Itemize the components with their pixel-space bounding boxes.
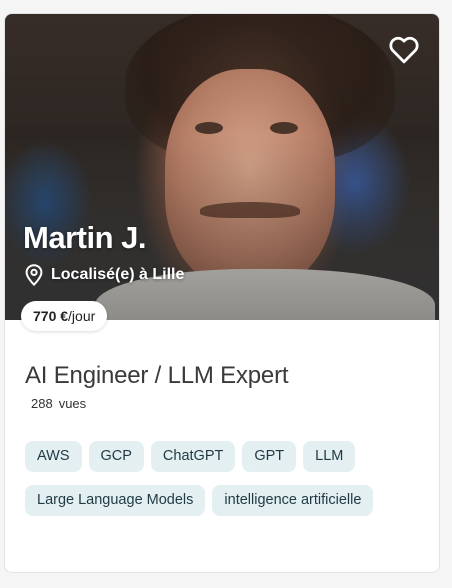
freelancer-name: Martin J. [23,220,146,255]
heart-outline-icon[interactable] [389,36,419,64]
views-count: 288 [31,396,53,411]
rate-amount: 770 € [33,308,69,324]
skill-tag[interactable]: intelligence artificielle [212,485,374,516]
views-label: vues [58,396,87,411]
location-line: Localisé(e) à Lille [25,264,184,286]
rate-unit: /jour [68,308,96,324]
profile-photo: Martin J. Localisé(e) à Lille [5,14,439,320]
job-title: AI Engineer / LLM Expert [25,362,289,389]
skill-tag[interactable]: AWS [25,441,82,472]
skill-tag[interactable]: GPT [242,441,297,472]
map-pin-icon [25,264,43,286]
skill-tag[interactable]: Large Language Models [25,485,206,516]
freelancer-card[interactable]: Martin J. Localisé(e) à Lille 770 € /jou… [4,13,440,573]
skill-tag[interactable]: GCP [88,441,144,472]
location-label: Localisé(e) à Lille [51,266,185,283]
card-body: AI Engineer / LLM Expert 288 vues AWS GCP… [5,362,439,516]
skill-tag[interactable]: LLM [303,441,356,472]
skill-tag[interactable]: ChatGPT [150,441,236,472]
daily-rate-badge: 770 € /jour [21,301,108,331]
views-counter: 288 vues [31,396,419,411]
skill-tags: AWS GCP ChatGPT GPT LLM Large Language M… [25,441,405,516]
